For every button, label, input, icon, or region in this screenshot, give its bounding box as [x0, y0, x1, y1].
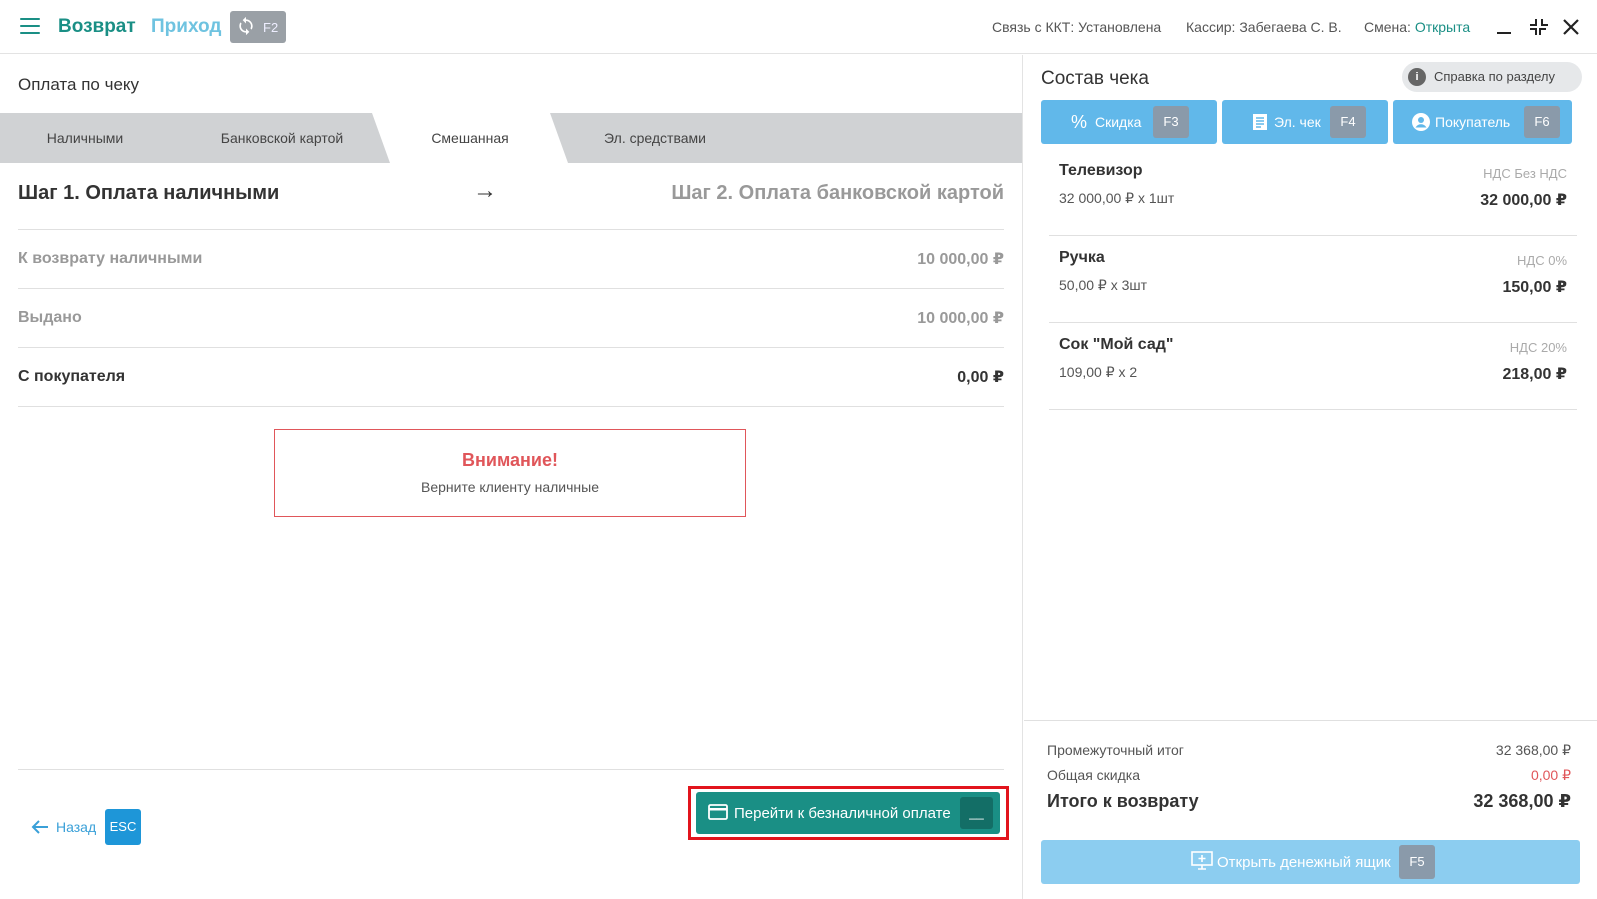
item-qty: 50,00 ₽ x 3шт — [1059, 277, 1148, 293]
percent-icon: % — [1071, 112, 1088, 132]
payment-tabs: Наличными Банковской картой Смешанная Эл… — [0, 113, 1022, 163]
receipt-icon — [1253, 114, 1267, 130]
arrow-left-icon — [31, 820, 48, 834]
ereceipt-key: F4 — [1330, 106, 1366, 138]
shift-status: Смена: Открыта — [1364, 19, 1470, 35]
switch-mode-button[interactable]: F2 — [230, 11, 286, 43]
tab-cash[interactable]: Наличными — [20, 113, 150, 163]
info-icon: i — [1408, 68, 1426, 86]
divider — [18, 406, 1004, 407]
ereceipt-label: Эл. чек — [1274, 114, 1321, 130]
item-sum: 150,00 ₽ — [1502, 279, 1567, 296]
item-sum: 218,00 ₽ — [1502, 366, 1567, 383]
go-key: __ — [960, 797, 993, 829]
item-name: Ручка — [1059, 249, 1105, 266]
tab-card[interactable]: Банковской картой — [200, 113, 364, 163]
row-label: Выдано — [18, 309, 82, 326]
step-arrow: → — [473, 177, 497, 204]
kkt-status: Связь с ККТ: Установлена — [992, 19, 1162, 35]
shift-value: Открыта — [1414, 19, 1471, 35]
shift-label: Смена: — [1364, 19, 1411, 35]
close-icon[interactable] — [1561, 17, 1581, 37]
collapse-icon[interactable] — [1528, 17, 1548, 37]
discount-label: Скидка — [1095, 114, 1142, 130]
item-vat: НДС 20% — [1509, 340, 1567, 355]
monitor-icon — [1191, 851, 1213, 870]
drawer-key: F5 — [1399, 845, 1435, 879]
row-value: 10 000,00 ₽ — [917, 251, 1004, 268]
item-vat: НДС 0% — [1517, 253, 1567, 268]
item-vat: НДС Без НДС — [1483, 166, 1567, 181]
drawer-label: Открыть денежный ящик — [1217, 854, 1391, 871]
discount-total-label: Общая скидка — [1047, 767, 1141, 783]
tab-electronic[interactable]: Эл. средствами — [580, 113, 730, 163]
customer-button[interactable]: Покупатель F6 — [1393, 100, 1572, 144]
user-icon — [1412, 113, 1430, 131]
top-bar: Возврат Приход F2 Связь с ККТ: Установле… — [0, 0, 1597, 54]
payment-panel: Оплата по чеку Наличными Банковской карт… — [0, 55, 1023, 899]
menu-icon[interactable] — [20, 18, 40, 34]
credit-card-icon — [708, 804, 728, 820]
row-issued: Выдано 10 000,00 ₽ — [18, 289, 1004, 347]
discount-total-value: 0,00 ₽ — [1530, 767, 1571, 783]
row-value: 10 000,00 ₽ — [917, 310, 1004, 327]
row-value: 0,00 ₽ — [957, 369, 1004, 386]
item-qty: 109,00 ₽ x 2 — [1059, 364, 1138, 380]
subtotal-value: 32 368,00 ₽ — [1495, 742, 1571, 758]
go-cashless-button[interactable]: Перейти к безналичной оплате __ — [696, 792, 1000, 834]
receipt-item: Телевизор 32 000,00 ₽ x 1шт НДС Без НДС … — [1049, 150, 1577, 236]
switch-key: F2 — [263, 20, 279, 35]
back-key: ESC — [105, 809, 141, 845]
back-label: Назад — [56, 819, 97, 835]
step-2: Шаг 2. Оплата банковской картой — [671, 182, 1004, 204]
mode-income[interactable]: Приход — [151, 16, 221, 38]
row-to-return: К возврату наличными 10 000,00 ₽ — [18, 230, 1004, 288]
sync-icon — [239, 16, 253, 36]
minimize-icon[interactable] — [1494, 17, 1514, 37]
receipt-item: Ручка 50,00 ₽ x 3шт НДС 0% 150,00 ₽ — [1049, 237, 1577, 323]
alert-title: Внимание! — [462, 450, 558, 470]
ereceipt-button[interactable]: Эл. чек F4 — [1222, 100, 1388, 144]
customer-label: Покупатель — [1435, 114, 1511, 130]
item-sum: 32 000,00 ₽ — [1480, 192, 1567, 209]
tab-mixed[interactable]: Смешанная — [400, 113, 540, 163]
discount-key: F3 — [1153, 106, 1189, 138]
subtotal-label: Промежуточный итог — [1047, 742, 1184, 758]
alert-box: Внимание! Верните клиенту наличные — [274, 429, 746, 517]
divider — [18, 769, 1004, 770]
item-name: Сок "Мой сад" — [1059, 336, 1174, 353]
receipt-title: Состав чека — [1041, 68, 1149, 89]
steps: Шаг 1. Оплата наличными → Шаг 2. Оплата … — [18, 172, 1004, 232]
help-label: Справка по разделу — [1434, 69, 1555, 84]
receipt-panel: Состав чека i Справка по разделу % Скидк… — [1024, 55, 1597, 899]
receipt-item: Сок "Мой сад" 109,00 ₽ x 2 НДС 20% 218,0… — [1049, 324, 1577, 410]
item-name: Телевизор — [1059, 162, 1143, 179]
customer-key: F6 — [1524, 106, 1560, 138]
item-qty: 32 000,00 ₽ x 1шт — [1059, 190, 1175, 206]
total-label: Итого к возврату — [1047, 791, 1199, 811]
mode-return[interactable]: Возврат — [58, 16, 136, 38]
total-value: 32 368,00 ₽ — [1473, 791, 1571, 811]
discount-button[interactable]: % Скидка F3 — [1041, 100, 1217, 144]
row-label: С покупателя — [18, 368, 126, 385]
row-label: К возврату наличными — [18, 250, 203, 267]
cashier-status: Кассир: Забегаева С. В. — [1186, 19, 1342, 35]
go-label: Перейти к безналичной оплате — [734, 805, 951, 822]
alert-text: Верните клиенту наличные — [420, 479, 600, 495]
payment-title: Оплата по чеку — [18, 75, 140, 94]
row-from-customer: С покупателя 0,00 ₽ — [18, 348, 1004, 406]
go-button-highlight: Перейти к безналичной оплате __ — [688, 786, 1009, 840]
open-drawer-button[interactable]: Открыть денежный ящик F5 — [1041, 840, 1580, 884]
step-1: Шаг 1. Оплата наличными — [18, 182, 280, 204]
help-button[interactable]: i Справка по разделу — [1402, 62, 1582, 92]
